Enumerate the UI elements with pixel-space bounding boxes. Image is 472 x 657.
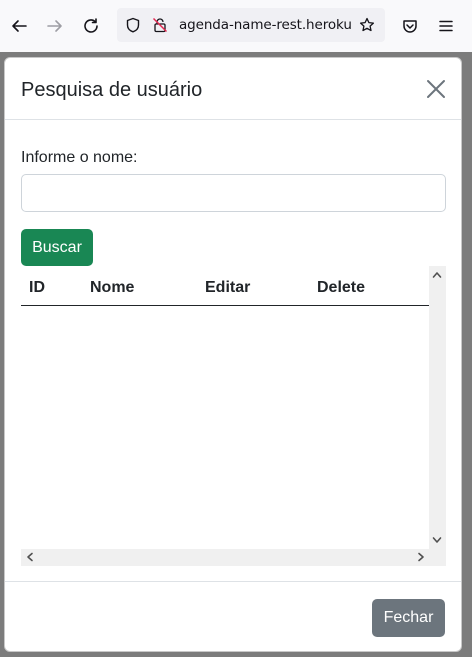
header-nome: Nome (90, 279, 135, 296)
header-id: ID (29, 279, 45, 296)
results-table: ID Nome Editar Delete (21, 266, 429, 549)
reload-icon[interactable] (77, 12, 105, 40)
scroll-up-arrow-icon[interactable] (431, 269, 443, 281)
modal-footer: Fechar (5, 581, 461, 651)
vertical-scrollbar[interactable] (429, 266, 446, 549)
scroll-right-arrow-icon[interactable] (415, 551, 427, 563)
scroll-left-arrow-icon[interactable] (24, 551, 36, 563)
modal-title: Pesquisa de usuário (21, 79, 203, 101)
pocket-icon[interactable] (396, 12, 424, 40)
shield-icon[interactable] (125, 17, 141, 33)
close-icon[interactable] (425, 78, 447, 100)
results-table-container[interactable]: ID Nome Editar Delete (21, 266, 446, 566)
hamburger-menu-icon[interactable] (432, 12, 460, 40)
url-text[interactable]: agenda-name-rest.herokuapp (179, 17, 352, 33)
insecure-lock-icon[interactable] (152, 17, 168, 33)
search-button[interactable]: Buscar (21, 229, 93, 266)
back-arrow-icon[interactable] (5, 12, 33, 40)
name-input[interactable] (21, 174, 446, 212)
header-delete: Delete (317, 279, 366, 296)
close-button[interactable]: Fechar (372, 599, 445, 637)
horizontal-scrollbar[interactable] (21, 549, 446, 566)
forward-arrow-icon[interactable] (41, 12, 69, 40)
header-editar: Editar (205, 279, 251, 296)
modal-header: Pesquisa de usuário (5, 58, 461, 120)
scroll-down-arrow-icon[interactable] (431, 534, 443, 546)
name-field-label: Informe o nome: (21, 149, 138, 166)
browser-toolbar: agenda-name-rest.herokuapp (0, 0, 472, 52)
url-bar[interactable]: agenda-name-rest.herokuapp (117, 8, 385, 42)
user-search-modal: Pesquisa de usuário Informe o nome: Busc… (4, 57, 462, 652)
star-icon[interactable] (359, 17, 375, 33)
table-header-row: ID Nome Editar Delete (21, 276, 429, 306)
